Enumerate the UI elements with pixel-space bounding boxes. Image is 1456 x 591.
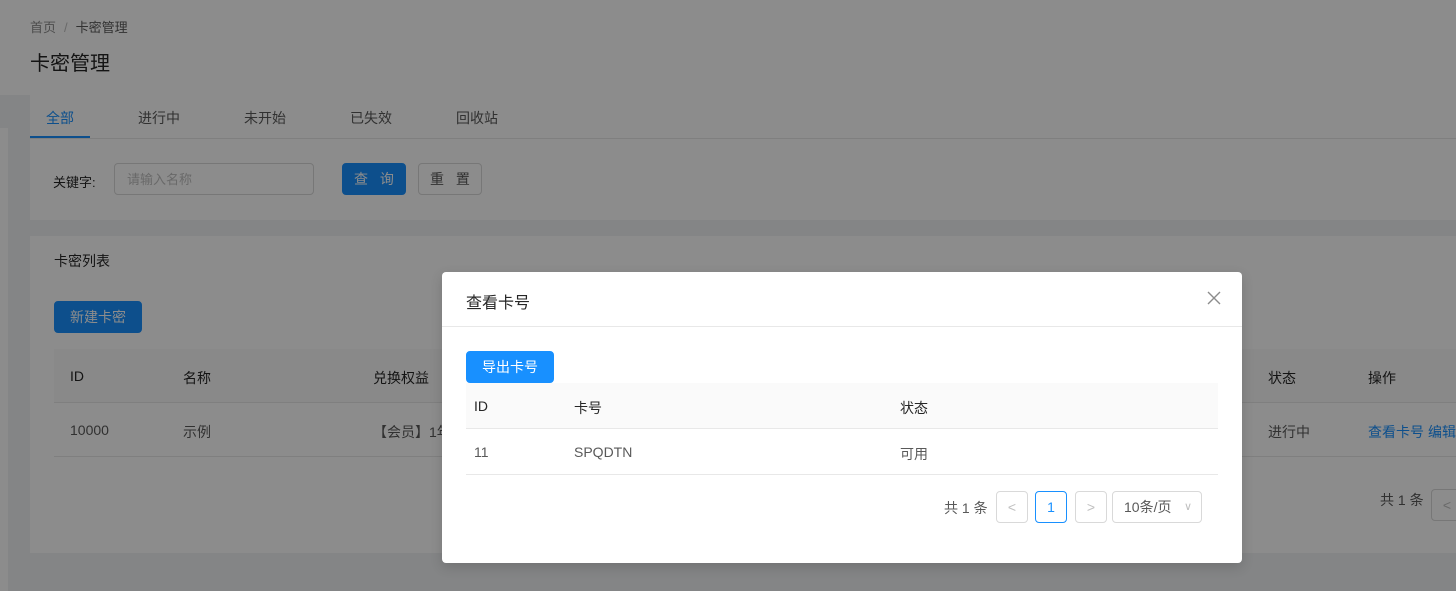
modal-row-card-no: SPQDTN — [574, 444, 633, 460]
modal-column-card-no: 卡号 — [574, 400, 602, 416]
page-size-value: 10条/页 — [1124, 499, 1172, 515]
modal-title: 查看卡号 — [466, 295, 531, 312]
chevron-down-icon: ∨ — [1184, 501, 1193, 513]
pagination-page-1[interactable]: 1 — [1035, 491, 1067, 523]
view-card-numbers-modal: 查看卡号 导出卡号 ID 卡号 状态 11 SPQDTN 可用 共 1 条 < … — [442, 272, 1242, 563]
pagination-prev[interactable]: < — [996, 491, 1028, 523]
modal-column-status: 状态 — [900, 400, 928, 416]
close-icon[interactable] — [1206, 290, 1222, 306]
table-row: 11 SPQDTN 可用 — [466, 429, 1218, 475]
modal-table-header: ID 卡号 状态 — [466, 383, 1218, 429]
page-size-select[interactable]: 10条/页 ∨ — [1112, 491, 1202, 523]
modal-row-status: 可用 — [900, 446, 928, 462]
export-card-numbers-button[interactable]: 导出卡号 — [466, 351, 554, 383]
pagination-next[interactable]: > — [1075, 491, 1107, 523]
pagination-total: 共 1 条 — [944, 500, 988, 516]
modal-column-id: ID — [474, 398, 488, 414]
modal-header: 查看卡号 — [442, 272, 1242, 327]
modal-row-id: 11 — [474, 444, 489, 460]
